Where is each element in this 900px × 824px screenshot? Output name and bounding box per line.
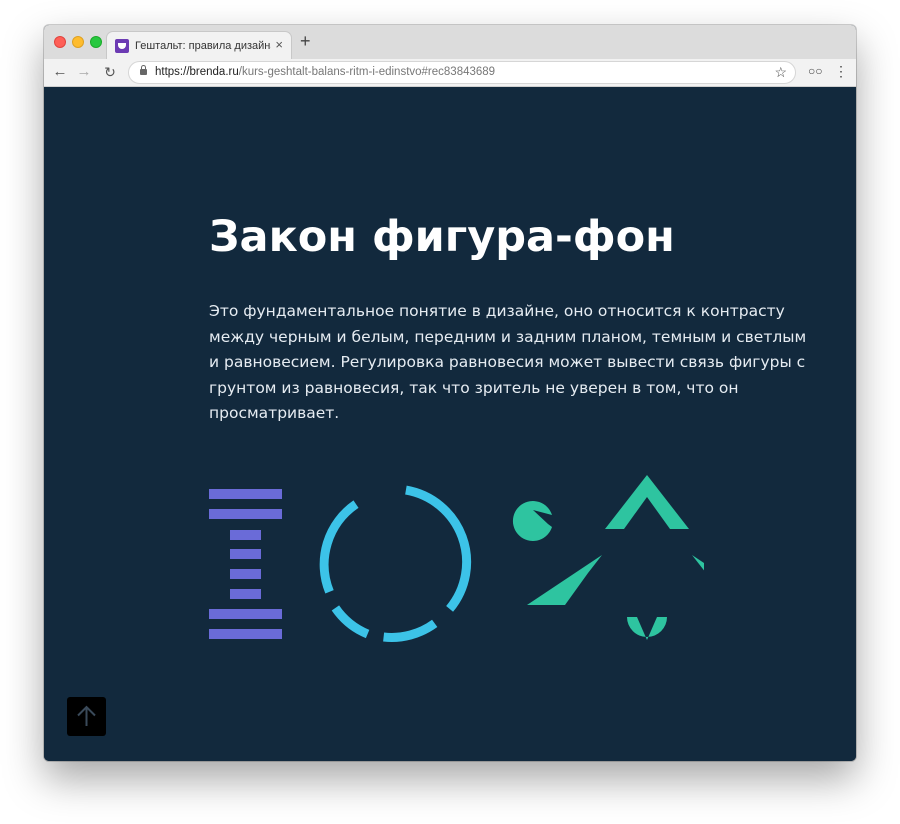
title-bar: Гештальт: правила дизайна. Ур × + (44, 25, 856, 60)
url-domain: https://brenda.ru (155, 66, 239, 78)
tab-close-icon[interactable]: × (275, 38, 283, 52)
page-title: Закон фигура-фон (209, 212, 675, 262)
browser-window: Гештальт: правила дизайна. Ур × + ← → ↻ … (44, 25, 856, 761)
close-window-button[interactable] (54, 36, 66, 48)
new-tab-button[interactable]: + (300, 31, 311, 51)
url-text[interactable]: https://brenda.ru/kurs-geshtalt-balans-r… (155, 66, 495, 78)
scroll-to-top-button[interactable] (67, 697, 106, 736)
triangle-pacman-figure (512, 475, 704, 640)
page-description: Это фундаментальное понятие в дизайне, о… (209, 302, 807, 422)
back-arrow-icon[interactable]: ← (50, 62, 70, 82)
site-favicon-icon (115, 39, 129, 53)
lock-icon (140, 65, 147, 75)
incognito-glasses-icon[interactable]: ○○ (808, 64, 823, 78)
gestalt-figures-illustration (209, 475, 704, 642)
maximize-window-button[interactable] (90, 36, 102, 48)
browser-toolbar: ← → ↻ https://brenda.ru/kurs-geshtalt-ba… (44, 59, 856, 87)
tab-title: Гештальт: правила дизайна. Ур (135, 40, 271, 52)
dashed-circle-figure (319, 485, 472, 642)
browser-tab[interactable]: Гештальт: правила дизайна. Ур × (106, 31, 292, 60)
page-content: Закон фигура-фон Это фундаментальное пон… (44, 87, 856, 761)
bookmark-star-icon[interactable]: ☆ (774, 64, 787, 81)
reload-icon[interactable]: ↻ (100, 62, 120, 82)
purple-bars-figure (209, 489, 282, 639)
minimize-window-button[interactable] (72, 36, 84, 48)
arrow-up-icon (77, 705, 96, 726)
address-bar[interactable]: https://brenda.ru/kurs-geshtalt-balans-r… (128, 61, 796, 84)
browser-menu-icon[interactable]: ⋮ (834, 63, 848, 79)
url-path: /kurs-geshtalt-balans-ritm-i-edinstvo#re… (238, 66, 496, 78)
forward-arrow-icon[interactable]: → (74, 62, 94, 82)
